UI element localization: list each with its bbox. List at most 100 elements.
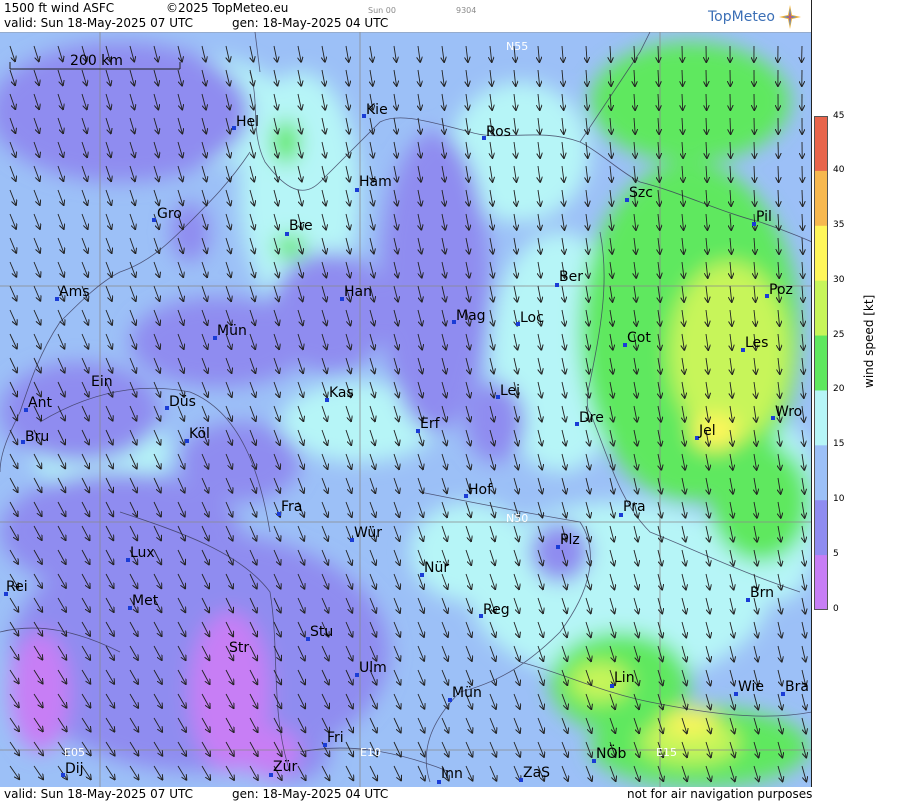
city-hof[interactable]: Hof [464, 482, 493, 498]
svg-text:Erf: Erf [420, 416, 441, 432]
svg-text:Reg: Reg [483, 602, 510, 618]
city-bra[interactable]: Bra [781, 679, 809, 696]
city-ams[interactable]: Ams [55, 284, 90, 301]
wind-arrow [802, 189, 803, 206]
svg-text:Kas: Kas [329, 385, 354, 401]
city-pra[interactable]: Pra [619, 499, 646, 517]
svg-text:Hel: Hel [236, 114, 259, 130]
colorbar-segment-20-25 [814, 335, 828, 391]
city-ein[interactable]: Ein [91, 374, 113, 390]
city-zur[interactable]: Zür [269, 759, 297, 777]
city-loc[interactable]: Loc [516, 310, 544, 326]
topmeteo-logo[interactable]: TopMeteo [708, 4, 801, 30]
grid-label-e15: E15 [656, 746, 677, 759]
city-rei[interactable]: Rei [4, 579, 28, 596]
city-ber[interactable]: Ber [555, 269, 583, 287]
city-gro[interactable]: Gro [152, 206, 182, 222]
svg-text:Düs: Düs [169, 394, 196, 410]
city-mun-2[interactable]: Mün [448, 685, 482, 702]
city-nur[interactable]: Nür [420, 560, 449, 577]
grid-label-n55: N55 [506, 40, 528, 53]
city-lei[interactable]: Lei [496, 383, 520, 399]
svg-text:Kie: Kie [366, 102, 388, 118]
colorbar-segment-5-10 [814, 500, 828, 556]
generated-time: gen: 18-May-2025 04 UTC [232, 16, 389, 30]
wind-arrow [682, 69, 683, 86]
svg-text:Dij: Dij [65, 761, 84, 777]
city-ham[interactable]: Ham [355, 174, 392, 192]
city-jel[interactable]: Jel [695, 423, 716, 440]
city-dij[interactable]: Dij [61, 761, 84, 777]
svg-text:Ant: Ant [28, 395, 52, 411]
svg-text:Poz: Poz [769, 282, 793, 298]
city-poz[interactable]: Poz [765, 282, 793, 298]
city-dre[interactable]: Dre [575, 410, 604, 426]
city-dus[interactable]: Düs [165, 394, 196, 410]
city-lin[interactable]: Lin [610, 670, 635, 688]
city-reg[interactable]: Reg [479, 602, 510, 618]
city-lux[interactable]: Lux [126, 545, 155, 562]
city-mag[interactable]: Mag [452, 308, 486, 324]
colorbar-segment-0-5 [814, 555, 828, 610]
city-kas[interactable]: Kas [325, 385, 354, 402]
city-cot[interactable]: Cot [623, 330, 651, 347]
colorbar-segment-35-40 [814, 170, 828, 227]
city-szc[interactable]: Szc [625, 185, 653, 202]
city-zas[interactable]: ZaS [519, 765, 550, 782]
svg-text:Zür: Zür [273, 759, 297, 775]
city-nob[interactable]: NÖb [592, 744, 626, 763]
city-fri[interactable]: Fri [323, 730, 344, 747]
wind-map[interactable]: 200 km N55 N50 E05 E10 E15 Hel Kie Ros H… [0, 32, 812, 787]
colorbar-tick-20: 20 [833, 384, 845, 394]
city-kol[interactable]: Köl [185, 426, 210, 443]
city-kie[interactable]: Kie [362, 102, 388, 118]
city-wro[interactable]: Wro [771, 404, 802, 420]
city-stu[interactable]: Stu [306, 624, 333, 641]
svg-text:Wür: Wür [354, 525, 382, 541]
svg-text:Han: Han [344, 284, 372, 300]
colorbar-title: wind speed [kt] [862, 294, 876, 388]
city-plz[interactable]: Plz [556, 532, 580, 549]
city-str[interactable]: Str [229, 640, 249, 656]
wind-arrow [754, 141, 755, 158]
copyright-text: ©2025 TopMeteo.eu [166, 1, 289, 15]
city-han[interactable]: Han [340, 284, 372, 301]
svg-text:Str: Str [229, 640, 249, 656]
svg-text:Köl: Köl [189, 426, 210, 442]
city-hel[interactable]: Hel [232, 114, 259, 130]
colorbar-tick-5: 5 [833, 549, 839, 559]
footer-disclaimer: not for air navigation purposes [627, 787, 813, 801]
svg-text:Hof: Hof [468, 482, 493, 498]
city-wie[interactable]: Wie [734, 679, 764, 696]
svg-text:Ams: Ams [59, 284, 90, 300]
city-inn[interactable]: Inn [437, 766, 463, 784]
city-bre[interactable]: Bre [285, 218, 313, 236]
city-erf[interactable]: Erf [416, 416, 441, 433]
city-mun[interactable]: Mün [213, 323, 247, 340]
city-les[interactable]: Les [741, 335, 768, 352]
city-bru[interactable]: Bru [21, 429, 49, 445]
svg-text:Lin: Lin [614, 670, 635, 686]
colorbar-tick-10: 10 [833, 494, 845, 504]
svg-text:Fri: Fri [327, 730, 344, 746]
scale-bar-label: 200 km [70, 53, 123, 69]
svg-text:Les: Les [745, 335, 768, 351]
city-fra[interactable]: Fra [277, 499, 302, 516]
svg-text:Wie: Wie [738, 679, 764, 695]
city-ros[interactable]: Ros [482, 124, 511, 140]
svg-text:Pil: Pil [756, 209, 772, 225]
svg-text:Ulm: Ulm [359, 660, 387, 676]
city-ant[interactable]: Ant [24, 395, 52, 412]
wind-arrow [706, 93, 707, 110]
svg-text:Cot: Cot [627, 330, 651, 346]
city-met[interactable]: Met [128, 593, 159, 610]
svg-text:Nür: Nür [424, 560, 449, 576]
svg-text:Lux: Lux [130, 545, 155, 561]
city-wur[interactable]: Wür [350, 525, 382, 542]
colorbar-segment-30-35 [814, 225, 828, 282]
svg-text:Bre: Bre [289, 218, 313, 234]
product-code: 9304 [456, 6, 477, 15]
city-brn[interactable]: Brn [746, 585, 774, 602]
logo-text: TopMeteo [708, 9, 775, 25]
city-ulm[interactable]: Ulm [355, 660, 387, 677]
